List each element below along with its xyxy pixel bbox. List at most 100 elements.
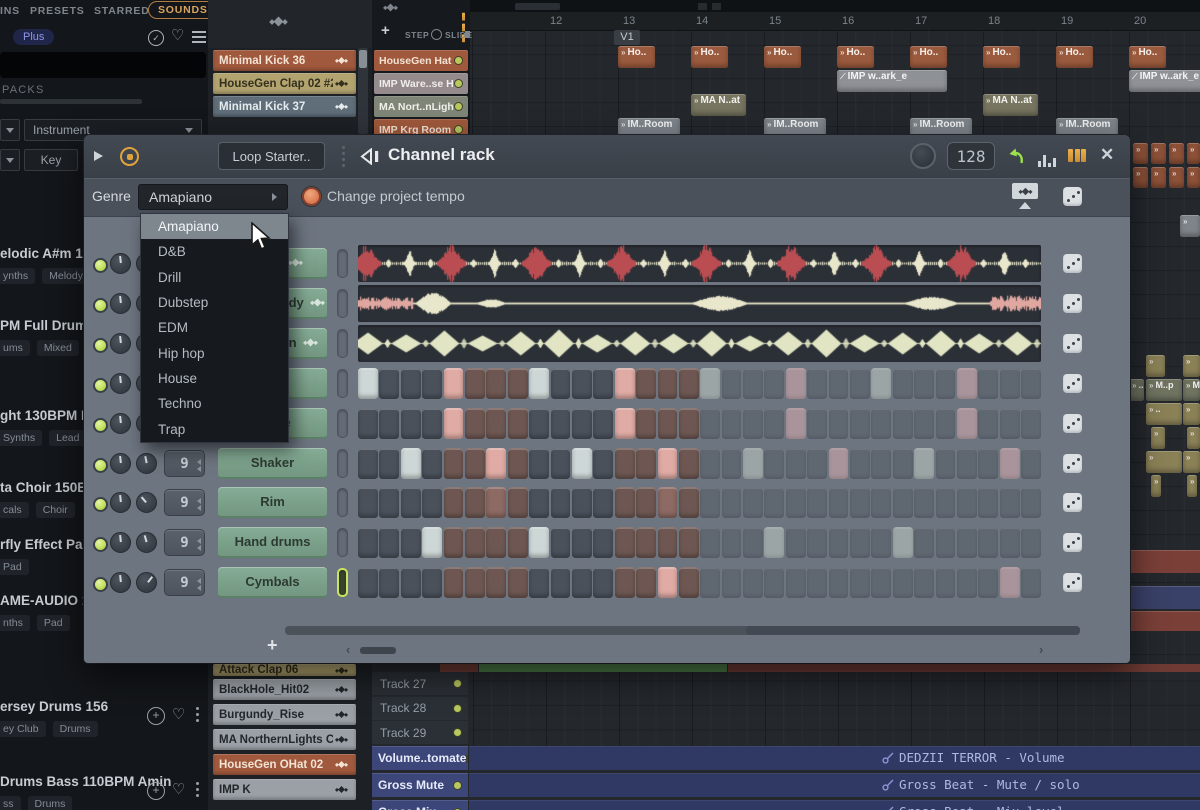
step-cell[interactable] [936, 567, 956, 598]
pan-knob[interactable] [110, 532, 131, 553]
step-cell[interactable] [636, 527, 656, 558]
filter-mini-dropdown[interactable] [0, 119, 20, 141]
mute-led[interactable] [454, 125, 463, 134]
step-cell[interactable] [358, 567, 378, 598]
automation-clip-row[interactable]: Gross Beat - Mix level [469, 800, 1200, 810]
step-cell[interactable] [658, 567, 678, 598]
channel-value-box[interactable]: 9 [164, 529, 205, 556]
step-cell[interactable] [764, 487, 784, 518]
step-cell[interactable] [871, 448, 891, 479]
pattern-clip[interactable]: » [1187, 475, 1197, 497]
dice-icon[interactable] [1063, 573, 1082, 592]
step-cell[interactable] [379, 408, 399, 439]
card-tag[interactable]: nths [0, 615, 30, 631]
step-cell[interactable] [1000, 408, 1020, 439]
channel-led[interactable] [93, 378, 108, 393]
step-cell[interactable] [871, 567, 891, 598]
step-cell[interactable] [807, 368, 827, 399]
volume-knob[interactable] [136, 492, 157, 513]
pan-knob[interactable] [110, 373, 131, 394]
pattern-clip[interactable]: » [1133, 143, 1148, 164]
pattern-clip[interactable]: » [1187, 143, 1200, 164]
card-tag[interactable]: Choir [36, 502, 75, 518]
step-cell[interactable] [1021, 487, 1041, 518]
step-cell[interactable] [936, 368, 956, 399]
step-cell[interactable] [422, 368, 442, 399]
step-cell[interactable] [807, 567, 827, 598]
dice-icon[interactable] [1063, 533, 1082, 552]
step-cell[interactable] [401, 527, 421, 558]
value-spinner[interactable] [197, 576, 201, 593]
channel-led[interactable] [93, 418, 108, 433]
step-cell[interactable] [978, 408, 998, 439]
dropdown-item[interactable]: Hip hop [141, 340, 288, 365]
step-cell[interactable] [679, 567, 699, 598]
step-cell[interactable] [893, 487, 913, 518]
step-cell[interactable] [957, 567, 977, 598]
step-cell[interactable] [871, 368, 891, 399]
step-cell[interactable] [1000, 448, 1020, 479]
pattern-clip[interactable]: » [1183, 451, 1200, 473]
channel-led[interactable] [93, 537, 108, 552]
step-cell[interactable] [1000, 567, 1020, 598]
step-cell[interactable] [551, 368, 571, 399]
step-cell[interactable] [379, 368, 399, 399]
tempo-display[interactable]: 128 [947, 142, 995, 170]
step-cell[interactable] [807, 487, 827, 518]
dropdown-item[interactable]: EDM [141, 315, 288, 340]
step-cell[interactable] [722, 408, 742, 439]
step-cell[interactable] [636, 448, 656, 479]
channel-selector[interactable] [337, 369, 348, 398]
channel-button[interactable]: IMP K [213, 779, 356, 800]
step-cell[interactable] [936, 487, 956, 518]
dropdown-item[interactable]: Trap [141, 416, 288, 441]
step-cell[interactable] [529, 448, 549, 479]
channel-button[interactable]: Minimal Kick 37 [213, 96, 356, 117]
step-cell[interactable] [978, 368, 998, 399]
channel-led[interactable] [93, 258, 108, 273]
step-cell[interactable] [786, 567, 806, 598]
step-cell[interactable] [572, 567, 592, 598]
step-cell[interactable] [786, 368, 806, 399]
step-cell[interactable] [422, 527, 442, 558]
tab-presets[interactable]: PRESETS [30, 5, 85, 17]
pattern-clip[interactable]: » [1151, 143, 1166, 164]
step-cell[interactable] [551, 408, 571, 439]
clip-source-item[interactable]: HouseGen Hat 02 [374, 50, 468, 71]
step-cell[interactable] [743, 448, 763, 479]
track-row-header[interactable]: Track 27 [372, 672, 468, 695]
channel-rack-titlebar[interactable]: Loop Starter.. Channel rack 128 ✕ [84, 135, 1130, 179]
pan-knob[interactable] [110, 293, 131, 314]
automation-clip-fragment[interactable] [1130, 586, 1200, 609]
step-cell[interactable] [743, 368, 763, 399]
channel-button[interactable]: HouseGen Clap 02 #2 [213, 73, 356, 94]
card-tag[interactable]: Drums [53, 721, 98, 737]
step-cell[interactable] [379, 567, 399, 598]
step-cell[interactable] [465, 487, 485, 518]
automation-clip-fragment[interactable] [1130, 550, 1200, 573]
track-row-header[interactable]: Track 29 [372, 721, 468, 744]
genre-dropdown[interactable]: Amapiano [138, 184, 288, 210]
pattern-clip[interactable]: »Ho.. [983, 46, 1020, 68]
check-circle-icon[interactable]: ✓ [148, 30, 164, 46]
pattern-clip[interactable]: »Ho.. [1056, 46, 1093, 68]
pattern-clip[interactable]: » [1151, 167, 1166, 188]
loop-record-icon[interactable] [120, 147, 139, 166]
step-cell[interactable] [829, 368, 849, 399]
step-cell[interactable] [957, 408, 977, 439]
step-cell[interactable] [700, 527, 720, 558]
card-tag[interactable]: Melody [42, 268, 90, 284]
channel-value-box[interactable]: 9 [164, 569, 205, 596]
pattern-clip[interactable]: »Ho.. [691, 46, 728, 68]
toolbar-button[interactable] [698, 3, 707, 10]
step-cell[interactable] [829, 527, 849, 558]
step-cell[interactable] [444, 527, 464, 558]
step-cell[interactable] [914, 368, 934, 399]
step-cell[interactable] [444, 368, 464, 399]
clip-source-item[interactable]: IMP Ware..se Hall [374, 73, 468, 94]
step-cell[interactable] [572, 448, 592, 479]
search-input[interactable] [0, 52, 206, 78]
step-cell[interactable] [1021, 408, 1041, 439]
step-cell[interactable] [786, 487, 806, 518]
step-cell[interactable] [486, 527, 506, 558]
